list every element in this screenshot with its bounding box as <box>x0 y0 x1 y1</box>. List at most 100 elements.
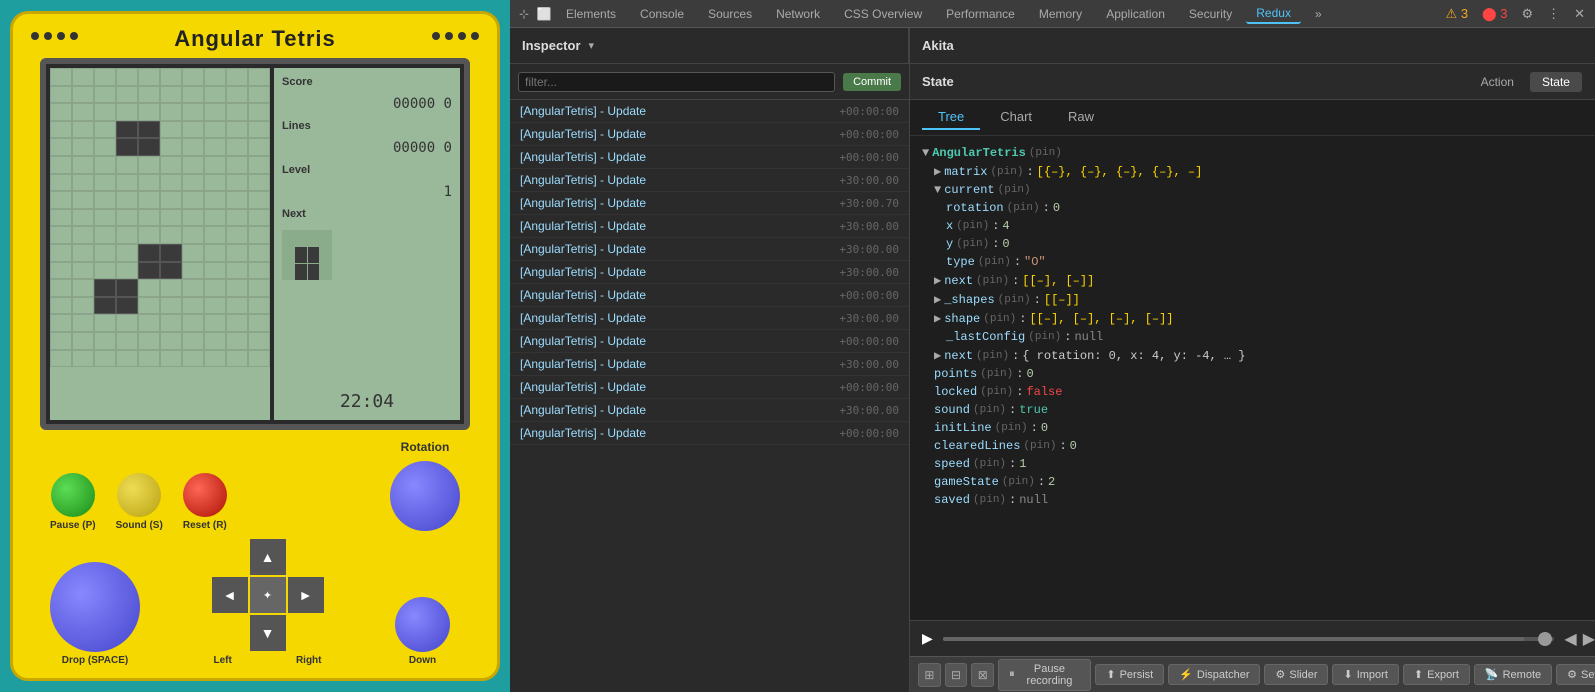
cursor-icon[interactable]: ⊹ <box>516 6 532 22</box>
preview-cell <box>282 230 294 246</box>
log-item[interactable]: [AngularTetris] - Update+00:00:00 <box>510 376 909 399</box>
prev-button[interactable]: ◀ <box>1564 629 1576 649</box>
dpad-right-button[interactable]: ► <box>288 577 324 613</box>
tree-node-current: ▼ current (pin) <box>922 181 1595 199</box>
grid-cell <box>72 191 94 209</box>
log-item[interactable]: [AngularTetris] - Update+30:00.00 <box>510 261 909 284</box>
tab-application[interactable]: Application <box>1096 5 1175 23</box>
commit-button[interactable]: Commit <box>843 73 901 91</box>
export-button[interactable]: ⬆ Export <box>1403 664 1470 685</box>
remote-icon: 📡 <box>1485 668 1499 681</box>
tree-key-next2: next <box>944 349 973 363</box>
log-item[interactable]: [AngularTetris] - Update+30:00.00 <box>510 399 909 422</box>
rotation-button[interactable] <box>390 461 460 531</box>
pause-button[interactable] <box>51 473 95 517</box>
log-item[interactable]: [AngularTetris] - Update+30:00.00 <box>510 215 909 238</box>
tab-network[interactable]: Network <box>766 5 830 23</box>
tree-expand-shapes[interactable]: ▶ <box>934 292 941 307</box>
log-item[interactable]: [AngularTetris] - Update+00:00:00 <box>510 330 909 353</box>
settings-icon[interactable]: ⚙ <box>1517 4 1537 24</box>
grid-cell <box>226 279 248 297</box>
grid-cell <box>226 297 248 315</box>
inspector-dropdown-icon[interactable]: ▾ <box>589 39 595 52</box>
settings-bottom-button[interactable]: ⚙ Settings <box>1556 664 1595 685</box>
tab-elements[interactable]: Elements <box>556 5 626 23</box>
tree-expand-next[interactable]: ▶ <box>934 273 941 288</box>
log-item[interactable]: [AngularTetris] - Update+30:00.00 <box>510 353 909 376</box>
state-tab-button[interactable]: State <box>1530 72 1582 92</box>
bottom-icon-2[interactable]: ⊟ <box>945 663 968 687</box>
playback-thumb[interactable] <box>1538 632 1552 646</box>
diff-tab-button[interactable]: Diff <box>1586 72 1595 92</box>
tree-expand-shape[interactable]: ▶ <box>934 311 941 326</box>
filter-input[interactable] <box>518 72 835 92</box>
side-button[interactable] <box>395 597 450 652</box>
tree-expand-matrix[interactable]: ▶ <box>934 164 941 179</box>
grid-cell <box>50 244 72 262</box>
more-menu-icon[interactable]: ⋮ <box>1543 4 1564 24</box>
tree-val-initline: 0 <box>1041 421 1048 435</box>
raw-tab[interactable]: Raw <box>1052 105 1110 130</box>
tree-key-type: type <box>946 255 975 269</box>
grid-cell <box>72 297 94 315</box>
dpad-left-button[interactable]: ◄ <box>212 577 248 613</box>
action-tab-button[interactable]: Action <box>1469 72 1526 92</box>
close-devtools-icon[interactable]: ✕ <box>1570 4 1589 24</box>
state-tree: ▼ AngularTetris (pin) ▶ matrix (pin) : [… <box>910 136 1595 620</box>
log-item[interactable]: [AngularTetris] - Update+00:00:00 <box>510 284 909 307</box>
tab-css-overview[interactable]: CSS Overview <box>834 5 932 23</box>
bottom-icon-1[interactable]: ⊞ <box>918 663 941 687</box>
log-item[interactable]: [AngularTetris] - Update+00:00:00 <box>510 146 909 169</box>
tree-chart-bar: Tree Chart Raw <box>910 100 1595 136</box>
import-button[interactable]: ⬇ Import <box>1332 664 1398 685</box>
tree-key-initline: initLine <box>934 421 992 435</box>
grid-cell <box>94 174 116 192</box>
slider-button[interactable]: ⚙ Slider <box>1264 664 1328 685</box>
slider-label: Slider <box>1289 669 1317 681</box>
device-icon[interactable]: ⬜ <box>536 6 552 22</box>
grid-cell-filled <box>116 297 138 315</box>
tab-console[interactable]: Console <box>630 5 694 23</box>
log-item[interactable]: [AngularTetris] - Update+00:00:00 <box>510 422 909 445</box>
tree-collapse-icon[interactable]: ▼ <box>922 146 929 160</box>
playback-slider[interactable] <box>943 637 1555 641</box>
dpad-up-button[interactable]: ▲ <box>250 539 286 575</box>
grid-cell <box>248 103 270 121</box>
play-button[interactable]: ▶ <box>922 630 933 647</box>
tab-memory[interactable]: Memory <box>1029 5 1092 23</box>
tab-redux[interactable]: Redux <box>1246 4 1301 24</box>
corner-dot <box>44 32 52 40</box>
bottom-icon-3[interactable]: ⊠ <box>971 663 994 687</box>
sound-button[interactable] <box>117 473 161 517</box>
tab-security[interactable]: Security <box>1179 5 1242 23</box>
devtools-bottom: ⊞ ⊟ ⊠ ⏸ Pause recording ⬆ Persist ⚡ Disp… <box>910 656 1595 692</box>
state-panel: Akita ✕ State Action State Diff Tree Cha… <box>910 28 1595 692</box>
tree-expand-next2[interactable]: ▶ <box>934 348 941 363</box>
grid-cell <box>94 103 116 121</box>
tab-performance[interactable]: Performance <box>936 5 1025 23</box>
grid-cell <box>116 103 138 121</box>
next-button[interactable]: ▶ <box>1583 629 1595 649</box>
tab-more[interactable]: » <box>1305 5 1332 23</box>
chart-tab[interactable]: Chart <box>984 105 1048 130</box>
log-item[interactable]: [AngularTetris] - Update+30:00.00 <box>510 307 909 330</box>
log-item[interactable]: [AngularTetris] - Update+00:00:00 <box>510 123 909 146</box>
log-list[interactable]: [AngularTetris] - Update+00:00:00[Angula… <box>510 100 909 692</box>
tree-tab[interactable]: Tree <box>922 105 980 130</box>
drop-button[interactable] <box>50 562 140 652</box>
grid-cell <box>248 121 270 139</box>
tab-sources[interactable]: Sources <box>698 5 762 23</box>
tree-collapse-current[interactable]: ▼ <box>934 183 941 197</box>
reset-button[interactable] <box>183 473 227 517</box>
log-item[interactable]: [AngularTetris] - Update+00:00:00 <box>510 100 909 123</box>
remote-button[interactable]: 📡 Remote <box>1474 664 1552 685</box>
log-item[interactable]: [AngularTetris] - Update+30:00.00 <box>510 238 909 261</box>
grid-cell <box>138 209 160 227</box>
dispatcher-button[interactable]: ⚡ Dispatcher <box>1168 664 1260 685</box>
dpad-down-button[interactable]: ▼ <box>250 615 286 651</box>
pause-recording-button[interactable]: ⏸ Pause recording <box>998 659 1091 691</box>
grid-inner <box>50 68 270 420</box>
log-item[interactable]: [AngularTetris] - Update+30:00.70 <box>510 192 909 215</box>
log-item[interactable]: [AngularTetris] - Update+30:00.00 <box>510 169 909 192</box>
persist-button[interactable]: ⬆ Persist <box>1095 664 1164 685</box>
